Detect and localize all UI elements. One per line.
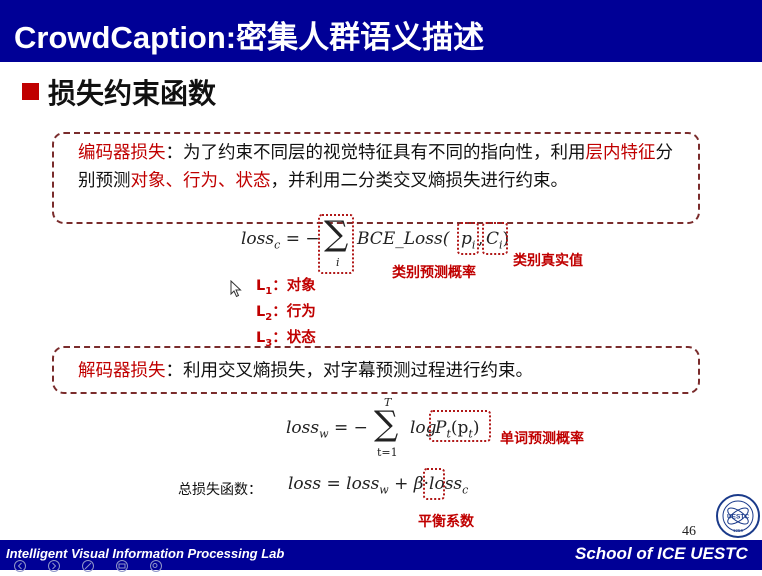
encoder-loss-box: 编码器损失：为了约束不同层的视觉特征具有不同的指向性，利用层内特征分别预测对象、… bbox=[52, 132, 700, 224]
intra-layer-feature-term: 层内特征 bbox=[585, 143, 656, 163]
logo-text: UESTC bbox=[727, 514, 749, 521]
eq2-lhs: lossw = − bbox=[286, 418, 368, 441]
slide-title: CrowdCaption:密集人群语义描述 bbox=[14, 20, 485, 55]
level-item-2: L2：行为 bbox=[256, 303, 316, 323]
eq2-prob-highlight bbox=[429, 410, 491, 442]
level-item-1: L1：对象 bbox=[256, 278, 316, 297]
decoder-loss-term: 解码器损失 bbox=[78, 361, 166, 381]
decoder-loss-text: 解码器损失：利用交叉熵损失，对字幕预测过程进行约束。 bbox=[78, 357, 688, 385]
annotation-word-prob: 单词预测概率 bbox=[500, 431, 584, 447]
decoder-loss-desc: ：利用交叉熵损失，对字幕预测过程进行约束。 bbox=[165, 361, 534, 381]
decoder-loss-box: 解码器损失：利用交叉熵损失，对字幕预测过程进行约束。 bbox=[52, 346, 700, 394]
eq1-sum-highlight bbox=[318, 214, 354, 274]
eq3-beta-highlight bbox=[423, 468, 445, 500]
eq1-prob-highlight bbox=[457, 222, 479, 255]
level-list: L1：对象 L2：行为 L3：状态 bbox=[256, 276, 316, 354]
uestc-logo-icon: UESTC 1956 bbox=[716, 494, 760, 538]
logo-year: 1956 bbox=[733, 528, 744, 533]
encoder-loss-term: 编码器损失 bbox=[78, 143, 166, 163]
slide-nav-controls bbox=[14, 557, 164, 576]
annotation-class-truth: 类别真实值 bbox=[513, 253, 583, 269]
eq1-lhs: lossc = − bbox=[241, 229, 320, 252]
encoder-loss-desc: ：为了约束不同层的视觉特征具有不同的指向性，利用 bbox=[165, 143, 586, 163]
eq1-func: BCE_Loss( bbox=[357, 229, 450, 249]
total-loss-label: 总损失函数： bbox=[178, 482, 262, 498]
annotation-balance-coef: 平衡系数 bbox=[418, 514, 474, 530]
section-heading: 损失约束函数 bbox=[48, 77, 217, 110]
predict-targets-term: 对象、行为、状态 bbox=[130, 171, 271, 191]
page-number: 46 bbox=[682, 524, 696, 539]
eq1-truth-highlight bbox=[482, 222, 508, 255]
bullet-square-icon bbox=[22, 83, 39, 100]
encoder-loss-text: 编码器损失：为了约束不同层的视觉特征具有不同的指向性，利用层内特征分别预测对象、… bbox=[78, 139, 682, 195]
annotation-class-prob: 类别预测概率 bbox=[392, 265, 476, 281]
mouse-cursor-icon bbox=[230, 280, 242, 298]
title-divider bbox=[0, 62, 762, 65]
eq2-sum-sub: t=1 bbox=[377, 446, 398, 459]
school-name: School of ICE UESTC bbox=[575, 544, 748, 563]
eq2-sum-symbol: ∑ bbox=[374, 404, 399, 444]
encoder-loss-desc-3: ，并利用二分类交叉熵损失进行约束。 bbox=[270, 171, 569, 191]
